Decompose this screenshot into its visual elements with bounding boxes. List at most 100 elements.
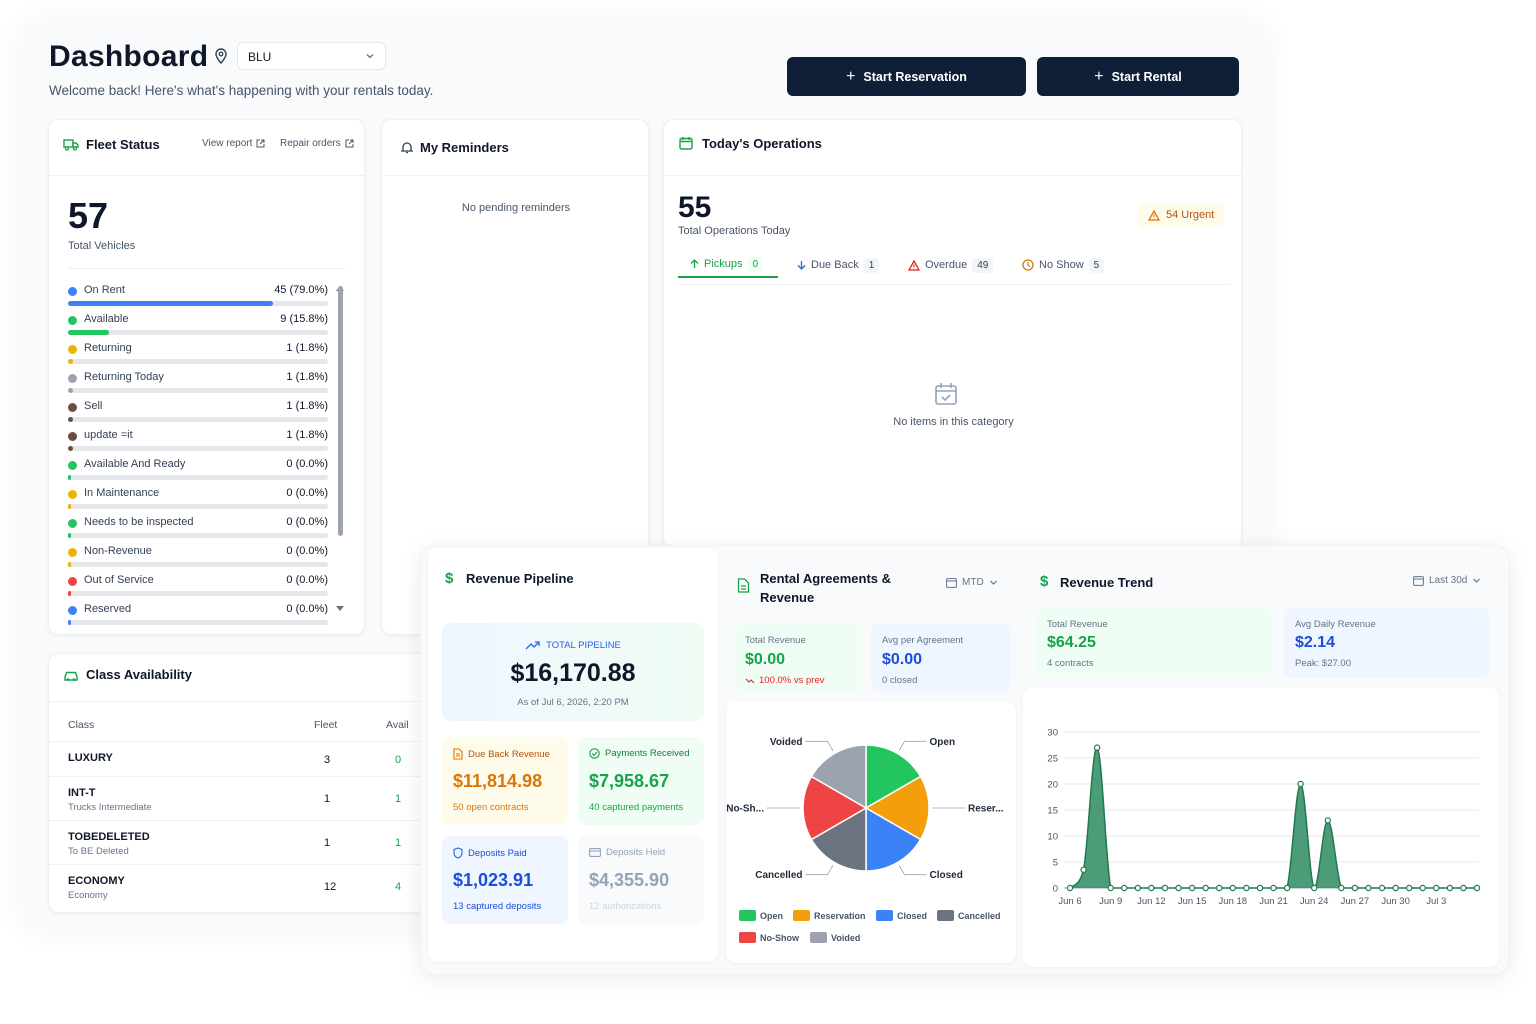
trend-point[interactable]: [1216, 884, 1223, 892]
legend-label: Voided: [831, 933, 860, 943]
trend-point[interactable]: [1419, 884, 1426, 892]
trend-point[interactable]: [1243, 884, 1250, 892]
trend-point[interactable]: [1365, 884, 1372, 892]
legend-item[interactable]: Reservation: [793, 910, 866, 921]
fleet-row-value: 1 (1.8%): [286, 342, 328, 354]
fleet-row-label: Available: [84, 313, 129, 325]
urgent-badge[interactable]: 54 Urgent: [1138, 203, 1225, 227]
pie-label: Voided: [770, 737, 803, 748]
legend-item[interactable]: No-Show: [739, 932, 800, 943]
trend-point[interactable]: [1311, 884, 1318, 892]
legend-item[interactable]: Open: [739, 910, 783, 921]
trend-point[interactable]: [1324, 817, 1331, 824]
agreements-avg-sub: 0 closed: [882, 675, 918, 686]
calendar-check-icon: [935, 383, 957, 405]
trend-point[interactable]: [1378, 884, 1386, 892]
status-dot: [68, 577, 77, 586]
table-row[interactable]: ECONOMY Economy 12 4: [49, 864, 429, 908]
trend-point[interactable]: [1297, 780, 1304, 788]
scroll-down-icon[interactable]: [335, 605, 345, 613]
trend-point[interactable]: [1229, 884, 1236, 892]
trend-period: Last 30d: [1429, 575, 1468, 586]
legend-label: No-Show: [760, 933, 800, 943]
x-tick-label: Jun 15: [1178, 896, 1207, 907]
payments-received-label-row: Payments Received: [589, 748, 689, 759]
col-avail: Avail: [386, 719, 409, 731]
trend-point[interactable]: [1202, 884, 1209, 892]
repair-orders-link[interactable]: Repair orders: [280, 138, 354, 149]
progress-track: [68, 330, 328, 335]
legend-item[interactable]: Closed: [876, 910, 927, 921]
progress-track: [68, 504, 328, 509]
payments-received-stat: Payments Received $7,958.67 40 captured …: [578, 737, 704, 825]
y-tick-label: 20: [1047, 780, 1058, 791]
trend-point[interactable]: [1433, 884, 1440, 892]
table-row[interactable]: LUXURY 3 0: [49, 741, 429, 776]
trend-point[interactable]: [1256, 884, 1264, 892]
table-row[interactable]: INT-T Trucks Intermediate 1 1: [49, 776, 429, 820]
chevron-down-icon: [989, 580, 997, 585]
trend-point[interactable]: [1175, 884, 1182, 892]
tab-pickups-count: 0: [747, 256, 764, 272]
trending-down-icon: [745, 678, 755, 683]
trend-point[interactable]: [1066, 884, 1074, 892]
trend-point[interactable]: [1121, 884, 1128, 892]
fleet-row: Sell 1 (1.8%): [68, 400, 328, 429]
y-tick-label: 5: [1053, 858, 1058, 869]
fleet-row: Returning Today 1 (1.8%): [68, 371, 328, 400]
trend-point[interactable]: [1446, 884, 1454, 892]
trend-point[interactable]: [1093, 744, 1101, 751]
legend-label: Closed: [897, 911, 927, 921]
deposits-held-value: $4,355.90: [589, 870, 670, 890]
legend-label: Cancelled: [958, 911, 1001, 921]
legend-item[interactable]: Voided: [810, 932, 860, 943]
trend-point[interactable]: [1080, 866, 1087, 873]
fleet-row-value: 9 (15.8%): [280, 313, 328, 325]
trend-point[interactable]: [1351, 884, 1359, 892]
fleet-row-value: 0 (0.0%): [286, 603, 328, 615]
fleet-row-value: 0 (0.0%): [286, 574, 328, 586]
trend-point[interactable]: [1392, 884, 1399, 892]
tab-no-show[interactable]: No Show 5: [1022, 252, 1105, 278]
chevron-down-icon: [1473, 578, 1481, 583]
tab-pickups[interactable]: Pickups 0: [678, 252, 778, 278]
trend-point[interactable]: [1338, 884, 1345, 892]
trend-point[interactable]: [1134, 884, 1142, 892]
trend-point[interactable]: [1148, 884, 1155, 892]
payments-received-sub: 40 captured payments: [589, 802, 684, 813]
progress-track: [68, 301, 328, 306]
tab-overdue[interactable]: Overdue 49: [908, 252, 994, 278]
trend-point[interactable]: [1473, 884, 1481, 892]
table-row[interactable]: TOBEDELETED To BE Deleted 1 1: [49, 820, 429, 864]
external-link-icon: [256, 139, 265, 148]
legend-item[interactable]: Cancelled: [937, 910, 1001, 921]
trend-period-select[interactable]: Last 30d: [1413, 575, 1481, 586]
location-select[interactable]: BLU: [237, 42, 386, 70]
agreements-period-select[interactable]: MTD: [946, 577, 998, 588]
trend-point[interactable]: [1405, 884, 1413, 892]
trend-point[interactable]: [1161, 884, 1169, 892]
revenue-pipeline-card: $ Revenue Pipeline TOTAL PIPELINE $16,17…: [428, 548, 718, 962]
class-fleet-count: 12: [324, 881, 337, 893]
trend-point[interactable]: [1283, 884, 1291, 892]
start-reservation-button[interactable]: + Start Reservation: [787, 57, 1026, 96]
trend-point[interactable]: [1460, 884, 1467, 892]
class-description: Trucks Intermediate: [68, 802, 152, 813]
trend-point[interactable]: [1188, 884, 1196, 892]
trend-avg-daily-label: Avg Daily Revenue: [1295, 619, 1376, 630]
start-rental-button[interactable]: + Start Rental: [1037, 57, 1239, 96]
legend-swatch: [793, 910, 810, 921]
col-class: Class: [68, 719, 95, 731]
credit-card-icon: [589, 848, 601, 857]
due-back-revenue-stat: Due Back Revenue $11,814.98 50 open cont…: [442, 737, 568, 825]
trend-point[interactable]: [1270, 884, 1277, 892]
trend-total-revenue-value: $64.25: [1047, 634, 1096, 651]
due-back-revenue-value: $11,814.98: [453, 771, 543, 791]
progress-fill: [68, 417, 73, 422]
tab-no-show-label: No Show: [1039, 259, 1084, 271]
progress-track: [68, 446, 328, 451]
view-report-link[interactable]: View report: [202, 138, 265, 149]
fleet-scrollbar[interactable]: [338, 286, 343, 536]
tab-due-back[interactable]: Due Back 1: [797, 252, 880, 278]
trend-point[interactable]: [1107, 884, 1114, 892]
